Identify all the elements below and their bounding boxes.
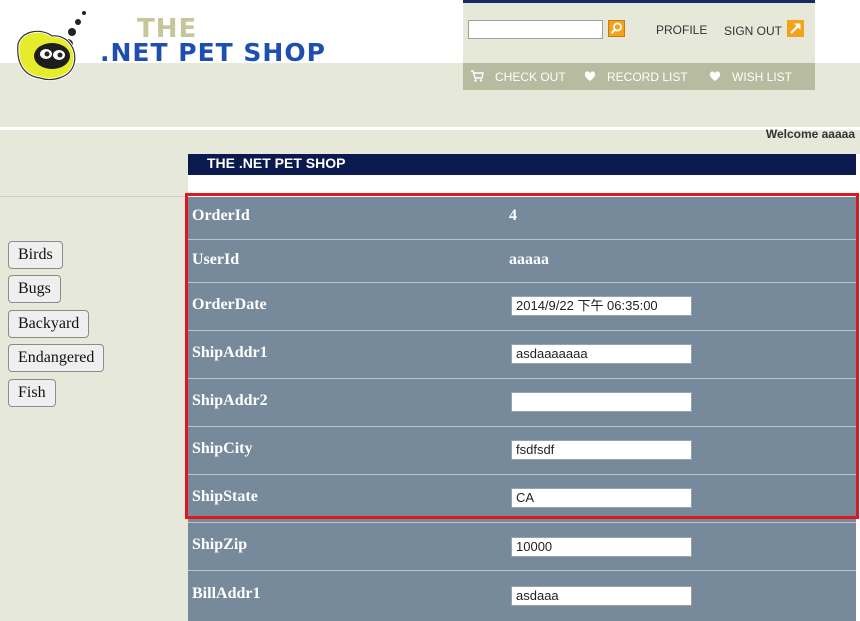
shipstate-input[interactable]: CA — [511, 488, 692, 508]
order-row-shipzip: ShipZip 10000 — [188, 523, 856, 571]
signout-link[interactable]: SIGN OUT — [724, 24, 782, 38]
field-label: OrderId — [192, 207, 250, 224]
billaddr1-input[interactable]: asdaaa — [511, 586, 692, 606]
order-row-orderid: OrderId 4 — [188, 197, 856, 240]
category-button-endangered[interactable]: Endangered — [8, 344, 105, 372]
category-button-fish[interactable]: Fish — [8, 379, 56, 407]
field-label: ShipAddr1 — [192, 344, 268, 361]
order-row-shipaddr1: ShipAddr1 asdaaaaaaa — [188, 331, 856, 379]
logo-fish-icon — [16, 11, 86, 81]
profile-link[interactable]: PROFILE — [656, 23, 707, 37]
order-row-shipaddr2: ShipAddr2 — [188, 379, 856, 427]
field-label: OrderDate — [192, 296, 267, 313]
field-label: BillAddr1 — [192, 585, 261, 602]
field-value: 4 — [509, 207, 517, 224]
search-button[interactable] — [608, 20, 625, 37]
heart-icon — [584, 71, 596, 81]
field-label: ShipCity — [192, 440, 253, 457]
logo-shop-text: .NET PET SHOP — [100, 38, 326, 67]
search-input[interactable] — [468, 20, 603, 39]
cart-icon — [471, 70, 484, 82]
shipzip-input[interactable]: 10000 — [511, 537, 692, 557]
order-row-orderdate: OrderDate 2014/9/22 下午 06:35:00 — [188, 283, 856, 331]
order-row-shipcity: ShipCity fsdfsdf — [188, 427, 856, 475]
welcome-band — [0, 130, 860, 154]
page-title: THE .NET PET SHOP — [188, 154, 856, 175]
shipcity-input[interactable]: fsdfsdf — [511, 440, 692, 460]
search-icon — [610, 22, 622, 34]
order-row-shipstate: ShipState CA — [188, 475, 856, 523]
checkout-link[interactable]: CHECK OUT — [495, 70, 566, 84]
shipaddr1-input[interactable]: asdaaaaaaa — [511, 344, 692, 364]
signout-arrow-icon[interactable] — [787, 20, 804, 37]
field-label: ShipAddr2 — [192, 392, 268, 409]
orderdate-input[interactable]: 2014/9/22 下午 06:35:00 — [511, 296, 692, 316]
order-row-userid: UserId aaaaa — [188, 240, 856, 283]
category-button-bugs[interactable]: Bugs — [8, 275, 61, 303]
field-label: ShipZip — [192, 536, 248, 553]
wishlist-link[interactable]: WISH LIST — [732, 70, 792, 84]
shipaddr2-input[interactable] — [511, 392, 692, 412]
field-label: UserId — [192, 251, 240, 268]
field-label: ShipState — [192, 488, 258, 505]
category-button-backyard[interactable]: Backyard — [8, 310, 90, 338]
welcome-text: Welcome aaaaa — [765, 127, 855, 141]
recordlist-link[interactable]: RECORD LIST — [607, 70, 688, 84]
sidebar-divider — [0, 196, 188, 197]
category-button-birds[interactable]: Birds — [8, 241, 63, 269]
order-detail-table: OrderId 4 UserId aaaaa OrderDate 2014/9/… — [188, 197, 856, 621]
order-row-billaddr1: BillAddr1 asdaaa — [188, 571, 856, 621]
heart-icon — [709, 71, 721, 81]
field-value: aaaaa — [509, 251, 549, 268]
